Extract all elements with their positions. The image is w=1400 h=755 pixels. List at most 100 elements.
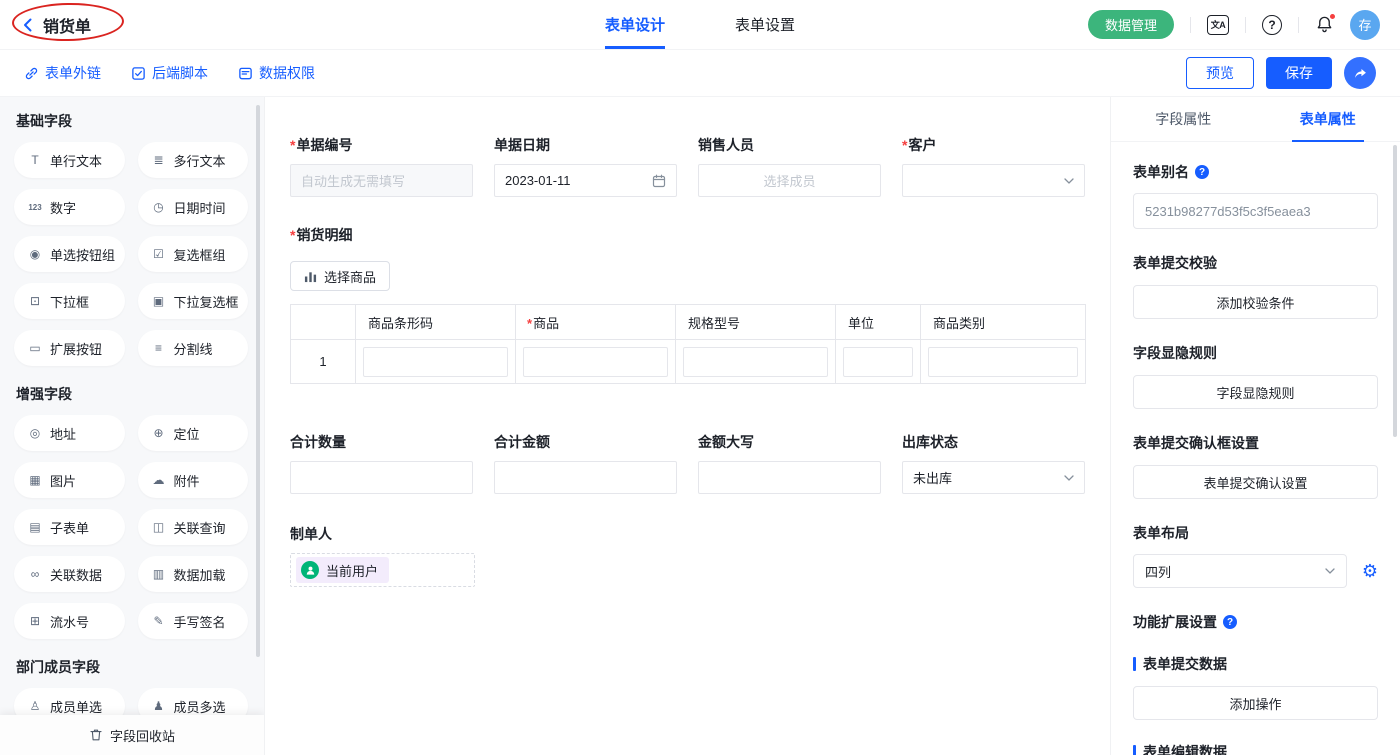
- field-document-no[interactable]: *单据编号 自动生成无需填写: [290, 135, 473, 197]
- spec-cell-input[interactable]: [683, 347, 828, 377]
- section-title-enhanced: 增强字段: [16, 384, 248, 404]
- sidebar-field-item-address[interactable]: ◎地址: [14, 415, 125, 451]
- form-alias-input[interactable]: 5231b98277d53f5c3f5eaea3: [1133, 193, 1378, 229]
- sidebar-field-item-number[interactable]: 123数字: [14, 189, 125, 225]
- document-date-input[interactable]: 2023-01-11: [494, 164, 677, 197]
- share-button[interactable]: [1344, 57, 1376, 89]
- serial-icon: ⊞: [27, 614, 43, 628]
- field-document-date[interactable]: 单据日期 2023-01-11: [494, 135, 677, 197]
- row-index: 1: [291, 340, 356, 384]
- select-product-button[interactable]: 选择商品: [290, 261, 390, 291]
- sidebar-field-item-serial[interactable]: ⊞流水号: [14, 603, 125, 639]
- help-badge-icon[interactable]: ?: [1223, 615, 1237, 629]
- properties-scrollbar[interactable]: [1393, 145, 1397, 437]
- sidebar-field-item-multiselect[interactable]: ▣下拉复选框: [138, 283, 249, 319]
- header-left: 销货单: [20, 13, 91, 37]
- sidebar-field-item-attachment[interactable]: ☁附件: [138, 462, 249, 498]
- language-icon[interactable]: 文A: [1207, 15, 1229, 35]
- unit-cell-input[interactable]: [843, 347, 913, 377]
- layout-gear-icon[interactable]: ⚙: [1362, 562, 1378, 580]
- sidebar-field-item-textarea[interactable]: ≣多行文本: [138, 142, 249, 178]
- total-amount-input[interactable]: [494, 461, 677, 494]
- sidebar-field-item-text[interactable]: T单行文本: [14, 142, 125, 178]
- tab-form-properties[interactable]: 表单属性: [1256, 97, 1400, 141]
- sidebar-field-item-ext-button[interactable]: ▭扩展按钮: [14, 330, 125, 366]
- add-validation-button[interactable]: 添加校验条件: [1133, 285, 1378, 319]
- product-cell-input[interactable]: [523, 347, 668, 377]
- sidebar-field-item-linked-data[interactable]: ∞关联数据: [14, 556, 125, 592]
- field-outbound-status[interactable]: 出库状态 未出库: [902, 432, 1085, 494]
- tab-form-design[interactable]: 表单设计: [605, 0, 665, 49]
- permission-icon: [238, 66, 253, 81]
- sidebar-field-item-divider[interactable]: ≡分割线: [138, 330, 249, 366]
- save-button[interactable]: 保存: [1266, 57, 1332, 89]
- data-load-icon: ▥: [151, 567, 167, 581]
- notification-dot: [1329, 13, 1336, 20]
- amount-words-input[interactable]: [698, 461, 881, 494]
- notification-bell-icon[interactable]: [1315, 15, 1334, 34]
- sidebar-field-item-subform[interactable]: ▤子表单: [14, 509, 125, 545]
- sidebar-field-item-datetime[interactable]: ◷日期时间: [138, 189, 249, 225]
- add-action-button-submit[interactable]: 添加操作: [1133, 686, 1378, 720]
- content: 基础字段 T单行文本 ≣多行文本 123数字 ◷日期时间 ◉单选按钮组 ☑复选框…: [0, 97, 1400, 755]
- submit-confirm-button[interactable]: 表单提交确认设置: [1133, 465, 1378, 499]
- field-customer[interactable]: *客户: [902, 135, 1085, 197]
- data-permission-link[interactable]: 数据权限: [238, 63, 315, 83]
- preview-button[interactable]: 预览: [1186, 57, 1254, 89]
- sidebar-field-item-checkbox[interactable]: ☑复选框组: [138, 236, 249, 272]
- field-salesperson[interactable]: 销售人员 选择成员: [698, 135, 881, 197]
- creator-box[interactable]: 当前用户: [290, 553, 475, 587]
- sidebar-field-item-select[interactable]: ⊡下拉框: [14, 283, 125, 319]
- table-row: 1: [291, 340, 1086, 384]
- sidebar-field-item-signature[interactable]: ✎手写签名: [138, 603, 249, 639]
- form-external-link[interactable]: 表单外链: [24, 63, 101, 83]
- properties-panel: 字段属性 表单属性 表单别名 ? 5231b98277d53f5c3f5eaea…: [1110, 97, 1400, 755]
- document-no-input[interactable]: 自动生成无需填写: [290, 164, 473, 197]
- outbound-status-select[interactable]: 未出库: [902, 461, 1085, 494]
- properties-tabs: 字段属性 表单属性: [1111, 97, 1400, 142]
- customer-select[interactable]: [902, 164, 1085, 197]
- field-recycle-bin[interactable]: 字段回收站: [0, 715, 264, 755]
- barcode-cell-input[interactable]: [363, 347, 508, 377]
- field-amount-words[interactable]: 金额大写: [698, 432, 881, 494]
- edit-data-title: 表单编辑数据: [1133, 742, 1378, 755]
- tab-field-properties[interactable]: 字段属性: [1111, 97, 1256, 141]
- sidebar-scrollbar[interactable]: [256, 105, 260, 657]
- signature-icon: ✎: [151, 614, 167, 628]
- category-cell-input[interactable]: [928, 347, 1078, 377]
- form-layout-select[interactable]: 四列: [1133, 554, 1347, 588]
- field-creator[interactable]: 制单人 当前用户: [290, 524, 1086, 587]
- field-total-qty[interactable]: 合计数量: [290, 432, 473, 494]
- avatar[interactable]: 存: [1350, 10, 1380, 40]
- data-manage-button[interactable]: 数据管理: [1088, 10, 1174, 39]
- submit-validation-title: 表单提交校验: [1133, 253, 1378, 273]
- checkbox-icon: ☑: [151, 247, 167, 261]
- sidebar-field-item-radio[interactable]: ◉单选按钮组: [14, 236, 125, 272]
- backend-script-link[interactable]: 后端脚本: [131, 63, 208, 83]
- field-library-sidebar: 基础字段 T单行文本 ≣多行文本 123数字 ◷日期时间 ◉单选按钮组 ☑复选框…: [0, 97, 265, 755]
- help-badge-icon[interactable]: ?: [1195, 165, 1209, 179]
- linked-query-icon: ◫: [151, 520, 167, 534]
- sidebar-field-item-linked-query[interactable]: ◫关联查询: [138, 509, 249, 545]
- subform-sales-detail[interactable]: *销货明细 选择商品 商品条形码 *商品 规格型号: [290, 225, 1086, 384]
- sidebar-field-item-location[interactable]: ⊕定位: [138, 415, 249, 451]
- help-icon[interactable]: ?: [1262, 15, 1282, 35]
- basic-field-grid: T单行文本 ≣多行文本 123数字 ◷日期时间 ◉单选按钮组 ☑复选框组 ⊡下拉…: [14, 142, 248, 366]
- back-icon[interactable]: [20, 17, 36, 33]
- field-visibility-button[interactable]: 字段显隐规则: [1133, 375, 1378, 409]
- salesperson-picker[interactable]: 选择成员: [698, 164, 881, 197]
- total-qty-input[interactable]: [290, 461, 473, 494]
- location-icon: ⊕: [151, 426, 167, 440]
- sidebar-field-item-image[interactable]: ▦图片: [14, 462, 125, 498]
- tab-form-settings[interactable]: 表单设置: [735, 0, 795, 49]
- submit-confirm-title: 表单提交确认框设置: [1133, 433, 1378, 453]
- field-total-amount[interactable]: 合计金额: [494, 432, 677, 494]
- current-user-tag[interactable]: 当前用户: [296, 557, 389, 583]
- share-icon: [1353, 66, 1368, 81]
- divider: [1298, 17, 1299, 33]
- top-header: 销货单 表单设计 表单设置 数据管理 文A ? 存: [0, 0, 1400, 50]
- form-layout-title: 表单布局: [1133, 523, 1378, 543]
- toolbar-links: 表单外链 后端脚本 数据权限: [24, 63, 315, 83]
- sidebar-field-item-data-load[interactable]: ▥数据加载: [138, 556, 249, 592]
- divider: [1245, 17, 1246, 33]
